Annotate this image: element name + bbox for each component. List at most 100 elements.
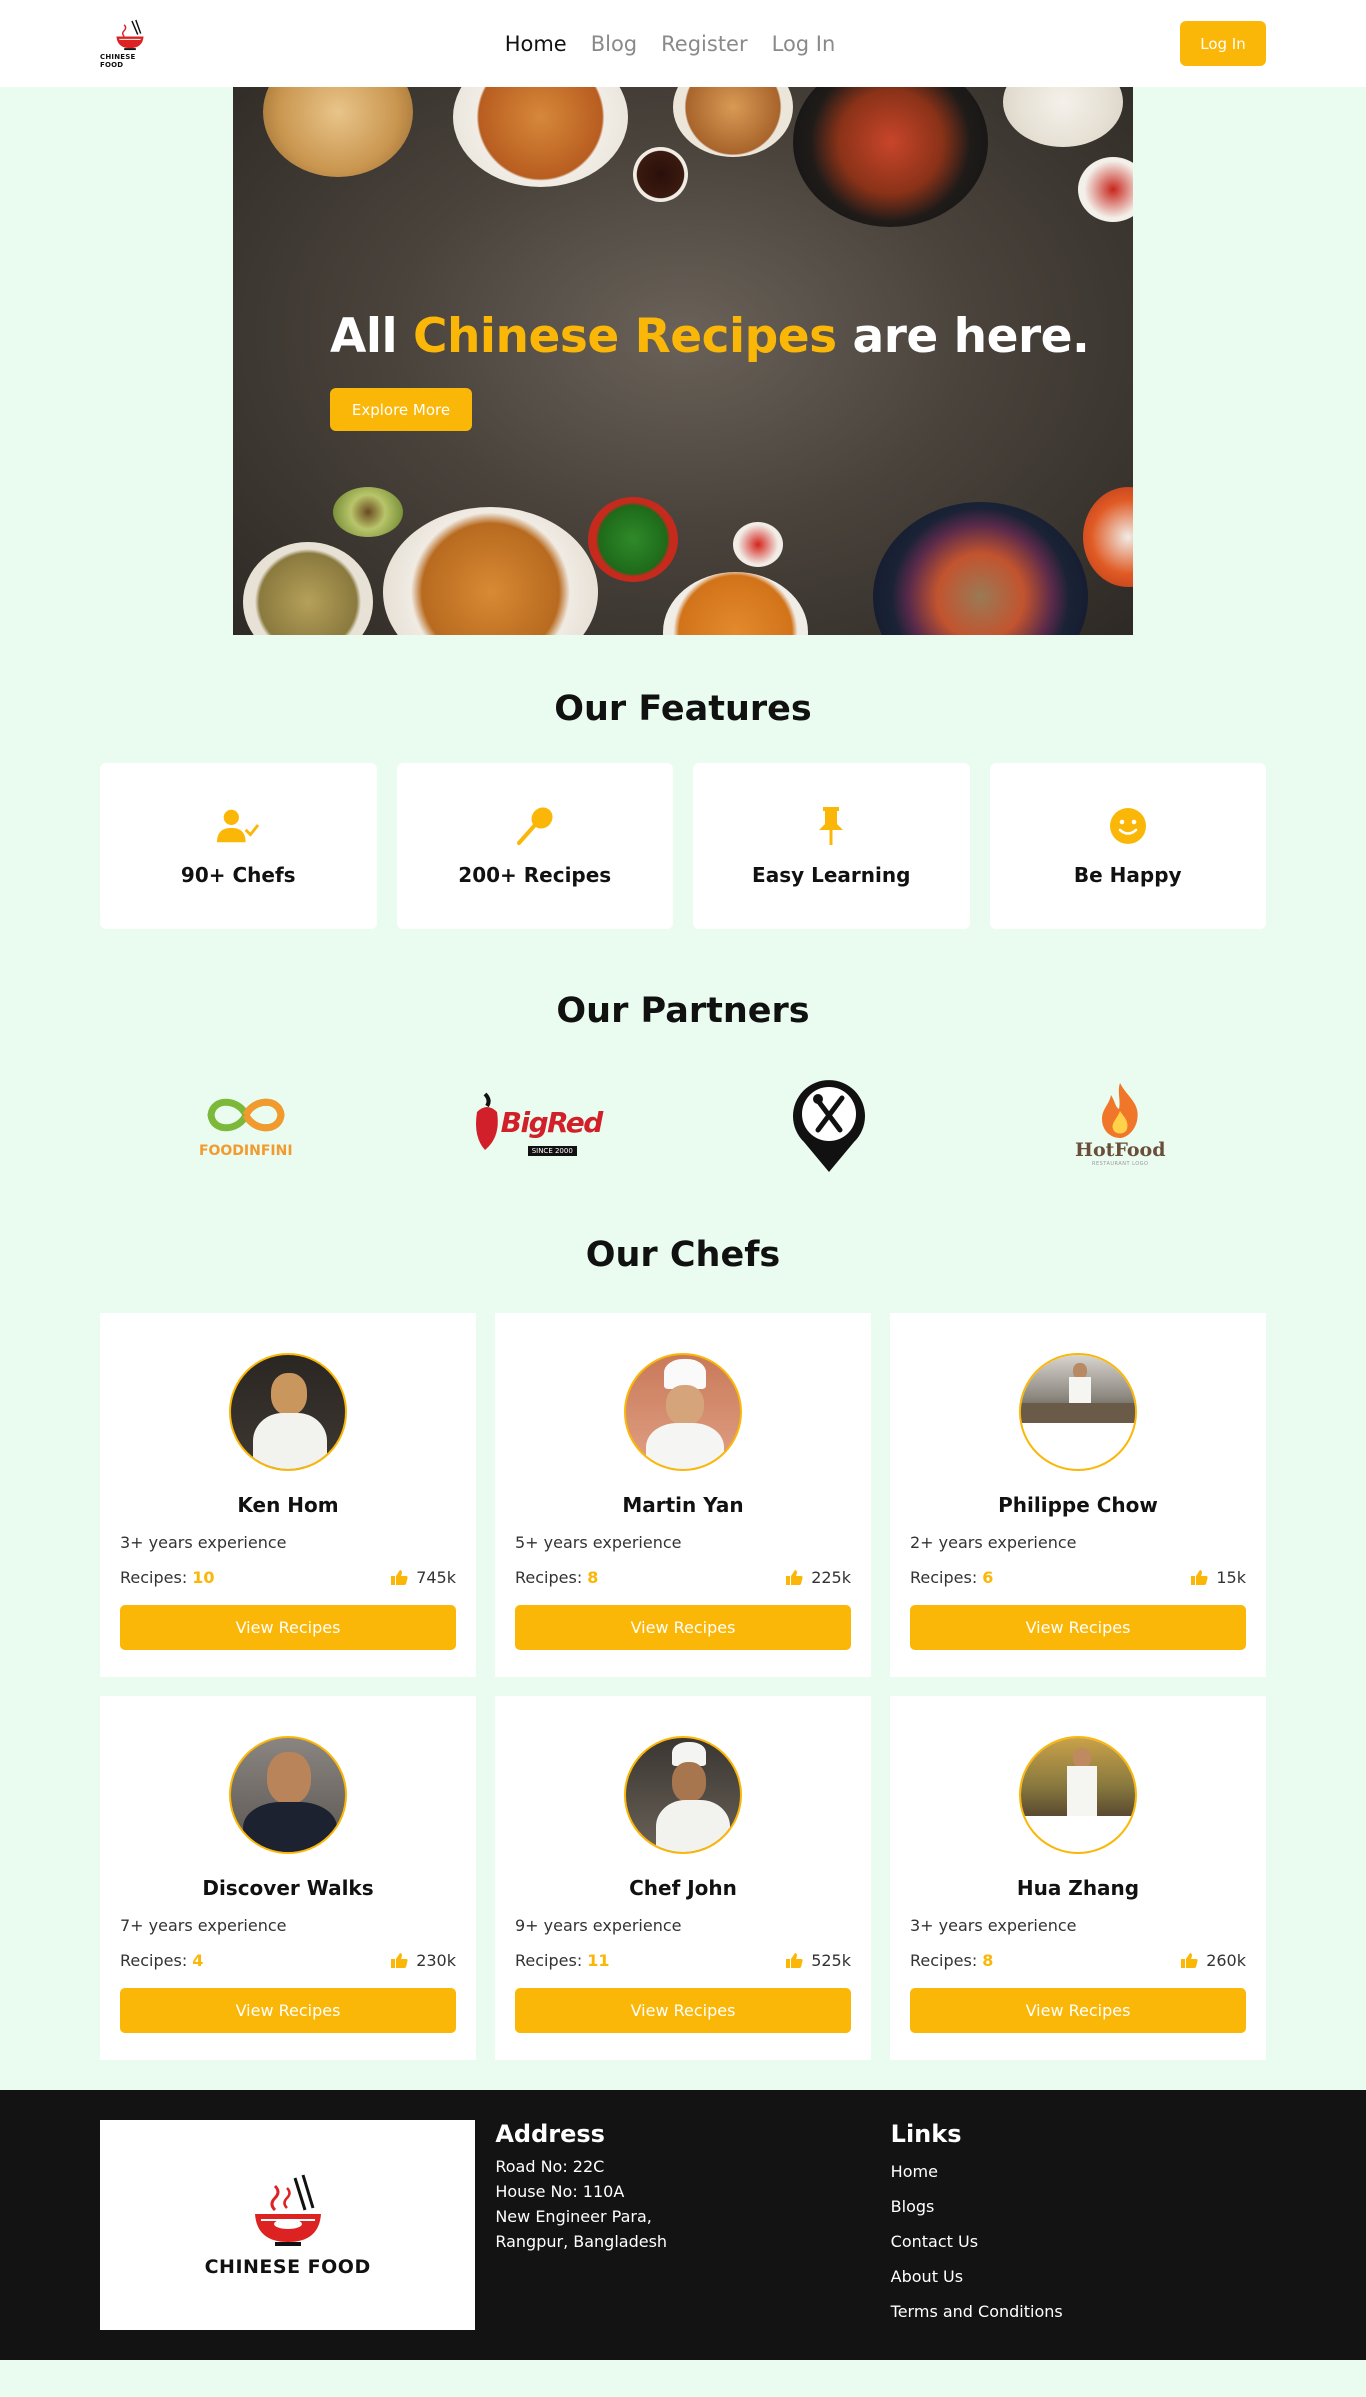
explore-more-button[interactable]: Explore More — [330, 388, 472, 431]
stir-fry-wok-image — [793, 87, 988, 227]
chef-meta: Recipes: 11 525k — [515, 1951, 851, 1970]
navbar: CHINESE FOOD Home Blog Register Log In L… — [0, 0, 1366, 87]
partner-bigred-logo: BigRed SINCE 2000 — [447, 1069, 627, 1179]
footer-link-home[interactable]: Home — [891, 2154, 1266, 2189]
recipes-count: 8 — [587, 1568, 599, 1587]
chef-meta: Recipes: 8 260k — [910, 1951, 1246, 1970]
noodle-plate-image — [453, 87, 628, 187]
thumbs-up-icon — [1191, 1570, 1208, 1585]
footer-link-about[interactable]: About Us — [891, 2259, 1266, 2294]
chef-likes: 225k — [786, 1568, 851, 1587]
chef-recipes: Recipes: 11 — [515, 1951, 610, 1970]
soy-sauce-bowl-image — [633, 147, 688, 202]
chef-card: Chef John 9+ years experience Recipes: 1… — [495, 1696, 871, 2060]
partner-tag: SINCE 2000 — [527, 1146, 577, 1156]
feature-label: 90+ Chefs — [180, 863, 296, 887]
address-line: House No: 110A — [495, 2182, 625, 2201]
chef-meta: Recipes: 10 745k — [120, 1568, 456, 1587]
nav-blog[interactable]: Blog — [591, 32, 637, 56]
chef-meta: Recipes: 8 225k — [515, 1568, 851, 1587]
chef-card: Discover Walks 7+ years experience Recip… — [100, 1696, 476, 2060]
main-nav: Home Blog Register Log In — [505, 32, 836, 56]
recipes-count: 10 — [192, 1568, 215, 1587]
footer-link-contact[interactable]: Contact Us — [891, 2224, 1266, 2259]
view-recipes-button[interactable]: View Recipes — [120, 1988, 456, 2033]
partner-map-fork-knife-logo — [739, 1069, 919, 1179]
view-recipes-button[interactable]: View Recipes — [910, 1605, 1246, 1650]
hero-banner: All Chinese Recipes are here. Explore Mo… — [233, 87, 1133, 635]
chef-experience: 3+ years experience — [120, 1533, 287, 1552]
hero-title-end: are here. — [836, 309, 1090, 364]
view-recipes-button[interactable]: View Recipes — [515, 1988, 851, 2033]
nav-register[interactable]: Register — [661, 32, 747, 56]
view-recipes-button[interactable]: View Recipes — [120, 1605, 456, 1650]
chili-bowl-image — [1078, 157, 1133, 222]
likes-count: 525k — [811, 1951, 851, 1970]
chef-avatar — [1019, 1736, 1137, 1854]
nav-home[interactable]: Home — [505, 32, 567, 56]
chef-card: Ken Hom 3+ years experience Recipes: 10 … — [100, 1313, 476, 1677]
smile-icon — [1107, 805, 1149, 847]
chef-likes: 745k — [391, 1568, 456, 1587]
chef-recipes: Recipes: 4 — [120, 1951, 203, 1970]
recipes-label: Recipes: — [910, 1568, 983, 1587]
feature-card-recipes: 200+ Recipes — [396, 763, 673, 929]
chef-avatar — [229, 1353, 347, 1471]
login-button[interactable]: Log In — [1180, 21, 1266, 66]
partner-tag: RESTAURANT LOGO — [1092, 1161, 1149, 1167]
chef-card: Hua Zhang 3+ years experience Recipes: 8… — [890, 1696, 1266, 2060]
likes-count: 15k — [1216, 1568, 1246, 1587]
chef-avatar — [624, 1353, 742, 1471]
avocado-image — [333, 487, 403, 537]
pepper-icon — [475, 1092, 498, 1150]
chefs-title: Our Chefs — [585, 1235, 781, 1275]
features-title: Our Features — [554, 689, 812, 729]
view-recipes-button[interactable]: View Recipes — [515, 1605, 851, 1650]
noodle-bowl-icon — [254, 2174, 321, 2246]
hero-title: All Chinese Recipes are here. — [330, 309, 1090, 364]
pin-icon — [810, 805, 852, 847]
footer-link-blogs[interactable]: Blogs — [891, 2189, 1266, 2224]
likes-count: 225k — [811, 1568, 851, 1587]
footer-links: Links Home Blogs Contact Us About Us Ter… — [891, 2120, 1266, 2360]
chef-likes: 260k — [1181, 1951, 1246, 1970]
chef-experience: 5+ years experience — [515, 1533, 682, 1552]
chef-recipes: Recipes: 8 — [515, 1568, 598, 1587]
sauce-dish-image — [733, 522, 783, 567]
chef-experience: 9+ years experience — [515, 1916, 682, 1935]
chef-likes: 230k — [391, 1951, 456, 1970]
noodle-bowl-icon — [116, 19, 144, 50]
partner-hotfood-logo: HotFood RESTAURANT LOGO — [1030, 1069, 1210, 1179]
chef-avatar — [624, 1736, 742, 1854]
nav-login[interactable]: Log In — [772, 32, 836, 56]
partner-name: FOODINFINI — [198, 1143, 293, 1159]
address-line: New Engineer Para, — [495, 2207, 652, 2226]
footer-logo[interactable]: CHINESE FOOD — [100, 2120, 476, 2330]
soup-bowl-image — [243, 542, 373, 635]
partners-title: Our Partners — [556, 991, 810, 1031]
poke-bowl-image — [873, 502, 1088, 635]
likes-count: 745k — [416, 1568, 456, 1587]
recipes-label: Recipes: — [910, 1951, 983, 1970]
feature-card-chefs: 90+ Chefs — [100, 763, 377, 929]
thumbs-up-icon — [391, 1953, 408, 1968]
brand-logo[interactable]: CHINESE FOOD — [100, 19, 160, 69]
recipes-label: Recipes: — [120, 1568, 193, 1587]
chef-name: Hua Zhang — [1016, 1876, 1140, 1900]
chef-recipes: Recipes: 8 — [910, 1951, 993, 1970]
feature-label: 200+ Recipes — [458, 863, 612, 887]
seaweed-salad-image — [588, 497, 678, 582]
chef-recipes: Recipes: 10 — [120, 1568, 215, 1587]
chili-pepper-bowl-image — [1083, 487, 1133, 587]
feature-label: Be Happy — [1073, 863, 1182, 887]
view-recipes-button[interactable]: View Recipes — [910, 1988, 1246, 2033]
footer-link-terms[interactable]: Terms and Conditions — [891, 2294, 1266, 2329]
recipes-count: 6 — [982, 1568, 994, 1587]
thumbs-up-icon — [1181, 1953, 1198, 1968]
partner-foodinfini-logo: FOODINFINI — [156, 1069, 336, 1179]
rice-bowl-image — [1003, 87, 1123, 147]
footer-brand-name: CHINESE FOOD — [204, 2256, 371, 2278]
recipes-count: 8 — [982, 1951, 994, 1970]
thumbs-up-icon — [786, 1570, 803, 1585]
footer: CHINESE FOOD Address Road No: 22C House … — [0, 2090, 1366, 2360]
